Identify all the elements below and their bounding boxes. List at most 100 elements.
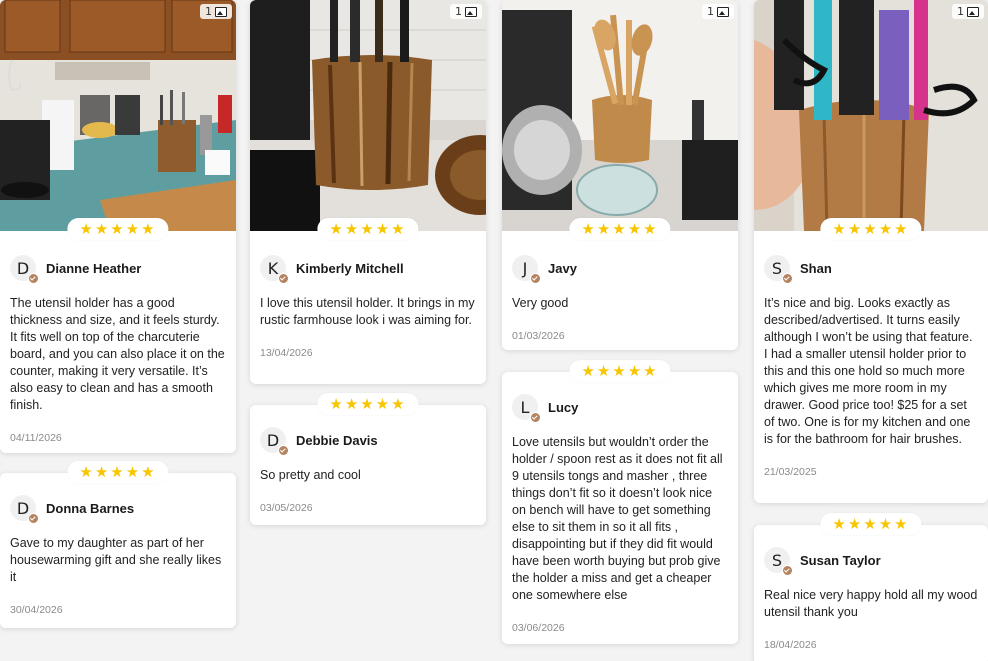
review-text: The utensil holder has a good thickness … [10, 296, 225, 412]
avatar: S [764, 547, 793, 576]
review-body: D Dianne Heather The utensil holder has … [0, 231, 236, 454]
reviewer-name: Lucy [548, 399, 579, 415]
reviewer-info: S Shan [764, 255, 978, 284]
verified-check-icon [530, 273, 541, 284]
verified-check-icon [278, 273, 289, 284]
photo-count: 1 [707, 5, 714, 18]
avatar: J [512, 255, 541, 284]
avatar-initial: S [771, 550, 783, 570]
reviewer-info: D Dianne Heather [10, 255, 226, 284]
review-date: 04/11/2026 [10, 432, 62, 444]
avatar: D [10, 495, 39, 524]
review-card-debbie[interactable]: ★★★★★ D Debbie Davis So pretty and cool … [250, 393, 486, 525]
avatar-initial: D [266, 430, 280, 450]
reviewer-info: S Susan Taylor [764, 547, 978, 576]
verified-check-icon [28, 273, 39, 284]
review-card-javy[interactable]: 1 ★★★★★ J Javy Very good 01/03/2026 [502, 0, 738, 350]
review-card-donna[interactable]: ★★★★★ D Donna Barnes Gave to my daughter… [0, 461, 236, 628]
utensil-holder-photo [250, 0, 486, 231]
reviewer-info: K Kimberly Mitchell [260, 255, 476, 284]
star-rating: ★★★★★ [569, 218, 671, 240]
review-body: K Kimberly Mitchell I love this utensil … [250, 231, 486, 369]
avatar: D [260, 427, 289, 456]
review-column-1: 1 ★★★★★ D Dianne Heather The utensil hol… [0, 0, 236, 628]
review-body: S Susan Taylor Real nice very happy hold… [754, 525, 988, 661]
review-body: D Debbie Davis So pretty and cool 03/05/… [250, 405, 486, 524]
review-photo[interactable]: 1 [0, 0, 236, 231]
reviewer-name: Susan Taylor [800, 552, 881, 568]
star-rating: ★★★★★ [569, 360, 671, 382]
review-date: 13/04/2026 [260, 347, 313, 359]
review-date: 18/04/2026 [764, 639, 817, 651]
star-rating: ★★★★★ [820, 513, 922, 535]
reviewer-name: Debbie Davis [296, 432, 378, 448]
avatar-initial: D [16, 498, 30, 518]
photo-count-badge: 1 [450, 4, 482, 19]
review-card-susan[interactable]: ★★★★★ S Susan Taylor Real nice very happ… [754, 513, 988, 661]
photo-count-badge: 1 [200, 4, 232, 19]
review-card-dianne[interactable]: 1 ★★★★★ D Dianne Heather The utensil hol… [0, 0, 236, 453]
avatar-initial: K [267, 258, 279, 278]
avatar: L [512, 394, 541, 423]
avatar-initial: S [771, 258, 783, 278]
review-body: L Lucy Love utensils but wouldn’t order … [502, 372, 738, 644]
verified-check-icon [782, 273, 793, 284]
avatar-initial: D [16, 258, 30, 278]
review-card-shan[interactable]: 1 ★★★★★ S Shan It’s nice and big. Looks … [754, 0, 988, 503]
review-card-lucy[interactable]: ★★★★★ L Lucy Love utensils but wouldn’t … [502, 360, 738, 644]
kitchen-counter-photo [0, 0, 236, 231]
verified-check-icon [782, 565, 793, 576]
star-rating: ★★★★★ [317, 393, 419, 415]
review-date: 01/03/2026 [512, 330, 565, 342]
photo-count-badge: 1 [952, 4, 984, 19]
avatar: K [260, 255, 289, 284]
countertop-utensils-photo [502, 0, 738, 231]
reviewer-info: D Donna Barnes [10, 495, 226, 524]
review-card-kimberly[interactable]: 1 ★★★★★ K Kimberly Mitchell I love this … [250, 0, 486, 384]
star-rating: ★★★★★ [820, 218, 922, 240]
avatar: S [764, 255, 793, 284]
review-column-2: 1 ★★★★★ K Kimberly Mitchell I love this … [250, 0, 486, 525]
review-text: Love utensils but wouldn’t order the hol… [512, 435, 723, 602]
review-photo[interactable]: 1 [502, 0, 738, 231]
image-icon [465, 6, 477, 17]
review-text: It’s nice and big. Looks exactly as desc… [764, 296, 973, 446]
reviewer-name: Dianne Heather [46, 260, 142, 276]
review-date: 21/03/2025 [764, 466, 817, 478]
photo-count: 1 [205, 5, 212, 18]
hair-brush-holder-photo [754, 0, 988, 231]
review-body: D Donna Barnes Gave to my daughter as pa… [0, 473, 236, 626]
reviewer-info: J Javy [512, 255, 728, 284]
review-text: Real nice very happy hold all my wood ut… [764, 588, 978, 619]
review-date: 03/05/2026 [260, 502, 313, 514]
reviewer-info: D Debbie Davis [260, 427, 476, 456]
review-text: So pretty and cool [260, 468, 361, 482]
review-date: 03/06/2026 [512, 622, 565, 634]
reviews-grid: 1 ★★★★★ D Dianne Heather The utensil hol… [0, 0, 988, 661]
verified-check-icon [530, 412, 541, 423]
review-text: Very good [512, 296, 569, 310]
avatar-initial: L [520, 397, 530, 417]
avatar-initial: J [522, 258, 528, 278]
reviewer-name: Kimberly Mitchell [296, 260, 404, 276]
reviewer-name: Donna Barnes [46, 500, 135, 516]
photo-count: 1 [957, 5, 964, 18]
image-icon [967, 6, 979, 17]
review-photo[interactable]: 1 [250, 0, 486, 231]
image-icon [215, 6, 227, 17]
review-text: I love this utensil holder. It brings in… [260, 296, 475, 327]
reviewer-name: Shan [800, 260, 832, 276]
photo-count-badge: 1 [702, 4, 734, 19]
star-rating: ★★★★★ [67, 218, 169, 240]
star-rating: ★★★★★ [67, 461, 169, 483]
reviewer-name: Javy [548, 260, 577, 276]
review-photo[interactable]: 1 [754, 0, 988, 231]
verified-check-icon [278, 445, 289, 456]
verified-check-icon [28, 513, 39, 524]
photo-count: 1 [455, 5, 462, 18]
reviewer-info: L Lucy [512, 394, 728, 423]
image-icon [717, 6, 729, 17]
star-rating: ★★★★★ [317, 218, 419, 240]
review-date: 30/04/2026 [10, 604, 63, 616]
review-column-4: 1 ★★★★★ S Shan It’s nice and big. Looks … [754, 0, 988, 661]
